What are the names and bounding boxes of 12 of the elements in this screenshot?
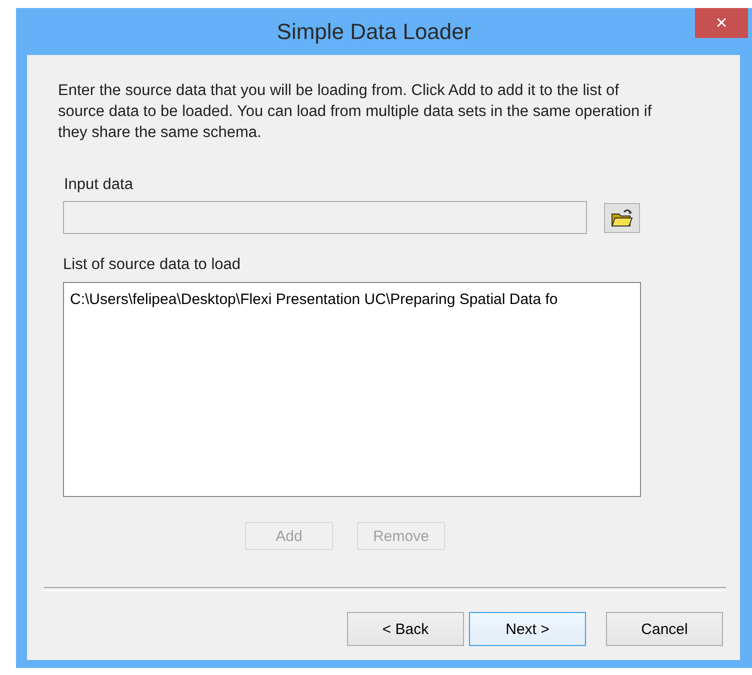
browse-button[interactable] xyxy=(604,202,640,232)
window-title: Simple Data Loader xyxy=(276,18,472,44)
input-data-label: Input data xyxy=(64,176,134,194)
close-button[interactable]: ✕ xyxy=(695,8,748,38)
list-item[interactable]: C:\Users\felipea\Desktop\Flexi Presentation UC\Preparing Spatial Data fo xyxy=(64,283,558,308)
cancel-button[interactable]: Cancel xyxy=(606,612,723,646)
instructions-text: Enter the source data that you will be loading from. Click Add to add it to the list of source data to be loaded. You can load from multiple data sets in the same operation if they share the same schema. xyxy=(58,81,653,143)
next-button[interactable]: Next > xyxy=(469,612,586,646)
folder-icon xyxy=(611,208,633,228)
back-button[interactable]: < Back xyxy=(347,612,464,646)
input-field[interactable] xyxy=(63,201,587,234)
source-list-label: List of source data to load xyxy=(63,256,242,274)
